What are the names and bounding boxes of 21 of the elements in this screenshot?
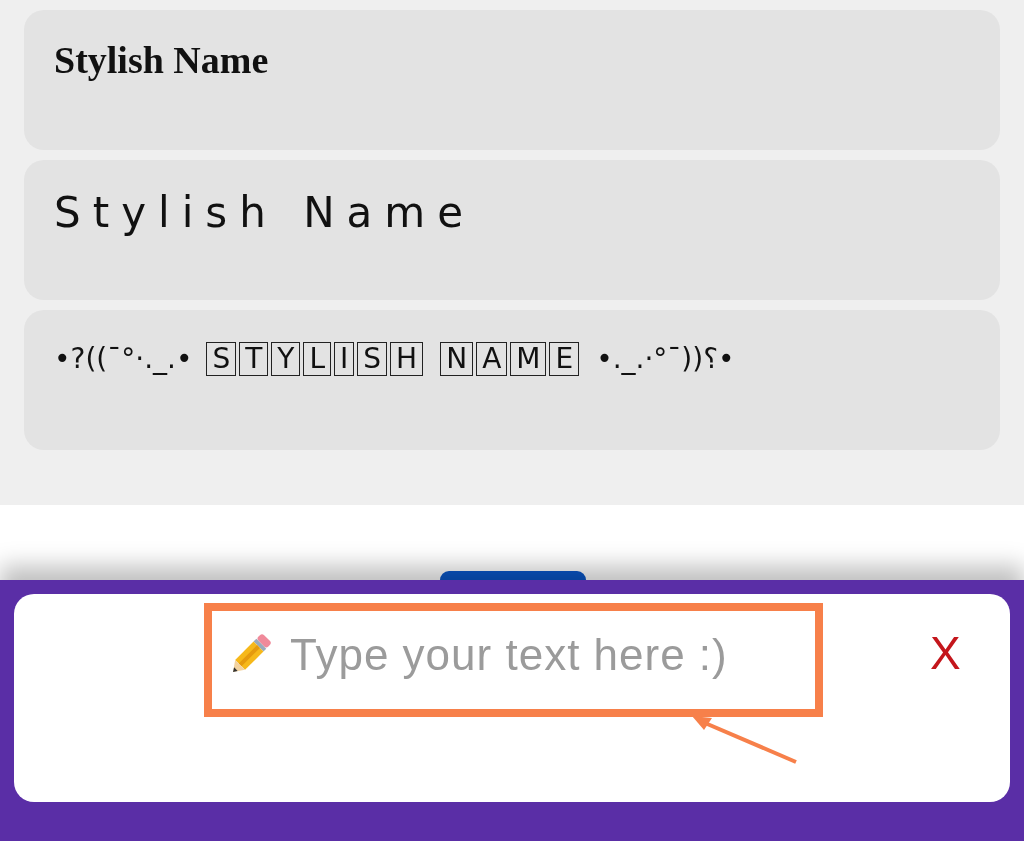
- letter-tile: Y: [271, 342, 301, 377]
- letter-tile: T: [239, 342, 269, 377]
- letter-tile: E: [549, 342, 580, 377]
- text-input-field[interactable]: Type your text here :): [290, 622, 810, 688]
- letter-tile: I: [334, 342, 355, 377]
- styled-name-text: Stylish Name: [54, 39, 269, 81]
- style-card[interactable]: Stylish Name: [24, 10, 1000, 150]
- close-button[interactable]: X: [924, 630, 967, 676]
- styled-name-text: Stylish Name: [54, 188, 476, 237]
- name-fragment: •?((¯°·._.•: [54, 342, 193, 375]
- letter-tile: S: [206, 342, 237, 377]
- letter-tile: H: [390, 342, 424, 377]
- style-card[interactable]: •?((¯°·._.• S T Y L I S H N A M E •._.·°¯))؟•: [24, 310, 1000, 450]
- letter-tile: M: [510, 342, 547, 377]
- name-fragment: •._.·°¯))؟•: [596, 342, 735, 375]
- letter-tile: A: [476, 342, 508, 377]
- letter-tile: N: [440, 342, 474, 377]
- style-card[interactable]: Stylish Name: [24, 160, 1000, 300]
- letter-tile: S: [357, 342, 388, 377]
- floating-button[interactable]: [440, 571, 586, 580]
- letter-tile: L: [303, 342, 332, 377]
